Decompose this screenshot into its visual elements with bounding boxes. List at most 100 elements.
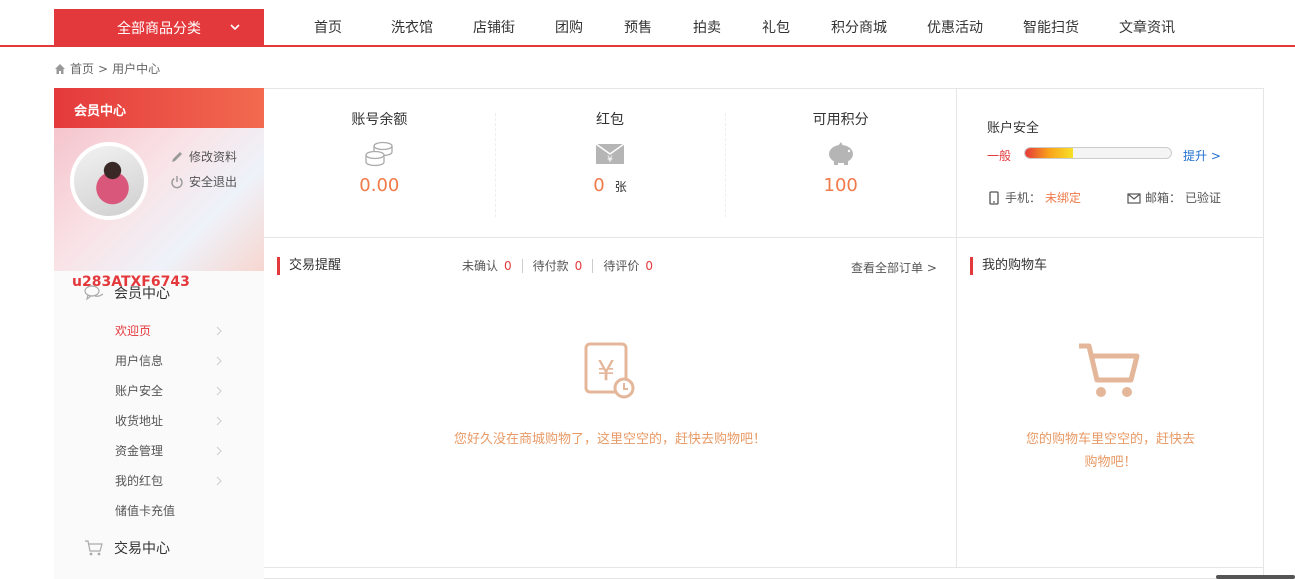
sidebar-item-label: 用户信息 bbox=[115, 354, 164, 368]
logout-link[interactable]: 安全退出 bbox=[170, 173, 237, 190]
unconfirmed-label: 未确认 bbox=[462, 259, 499, 273]
sidebar-item-shipping-address[interactable]: 收货地址 bbox=[54, 406, 264, 436]
sidebar-item-label: 欢迎页 bbox=[115, 324, 152, 338]
all-categories-button[interactable]: 全部商品分类 bbox=[54, 9, 264, 47]
sidebar-item-label: 储值卡充值 bbox=[115, 504, 176, 518]
main-nav: 首页 洗衣馆 店铺街 团购 预售 拍卖 礼包 积分商城 优惠活动 智能扫货 文章… bbox=[294, 17, 1175, 37]
edit-profile-link[interactable]: 修改资料 bbox=[170, 148, 237, 165]
phone-status: 未绑定 bbox=[1045, 191, 1082, 205]
nav-item-articles[interactable]: 文章资讯 bbox=[1119, 17, 1175, 37]
logout-label: 安全退出 bbox=[189, 175, 238, 189]
power-icon bbox=[171, 175, 183, 188]
points-label: 可用积分 bbox=[812, 112, 869, 128]
cart-empty-line-2: 购物吧！ bbox=[1084, 455, 1137, 470]
balance-stat[interactable]: 账号余额 0.00 bbox=[264, 109, 495, 237]
unconfirmed-orders[interactable]: 未确认 0 bbox=[462, 259, 522, 273]
order-status-counts: 未确认 0 待付款 0 待评价 0 bbox=[462, 259, 663, 273]
sidebar-item-account-security[interactable]: 账户安全 bbox=[54, 376, 264, 406]
account-stats: 账号余额 0.00 红包 ¥ 0 张 可用积分 100 bbox=[264, 89, 956, 238]
upgrade-security-link[interactable]: 提升 > bbox=[1183, 147, 1221, 164]
nav-item-giftpack[interactable]: 礼包 bbox=[762, 17, 790, 37]
points-value: 100 bbox=[823, 175, 858, 196]
shopping-cart-panel: 我的购物车 您的购物车里空空的，赶快去 购物吧！ bbox=[956, 238, 1263, 568]
nav-item-points-mall[interactable]: 积分商城 bbox=[831, 17, 887, 37]
trade-reminder-panel: 交易提醒 未确认 0 待付款 0 待评价 0 查看全部订单 > ¥ 您好久没在商城购物… bbox=[264, 238, 956, 568]
member-sidebar: 会员中心 修改资料 安全退出 u283ATXF6743 会员中心 欢迎页 用户信… bbox=[54, 88, 264, 579]
horizontal-scrollbar[interactable] bbox=[1216, 575, 1295, 579]
trade-reminder-title: 交易提醒 bbox=[277, 257, 341, 275]
profile-card: 修改资料 安全退出 u283ATXF6743 bbox=[54, 128, 264, 290]
sidebar-item-my-redpackets[interactable]: 我的红包 bbox=[54, 466, 264, 496]
nav-item-smart-shopping[interactable]: 智能扫货 bbox=[1023, 17, 1079, 37]
redpacket-stat[interactable]: 红包 ¥ 0 张 bbox=[494, 109, 726, 237]
top-navigation: 全部商品分类 首页 洗衣馆 店铺街 团购 预售 拍卖 礼包 积分商城 优惠活动 … bbox=[0, 0, 1295, 47]
sidebar-header: 会员中心 bbox=[54, 88, 264, 128]
unpaid-label: 待付款 bbox=[532, 259, 569, 273]
redpacket-unit: 张 bbox=[614, 180, 627, 194]
nav-item-presale[interactable]: 预售 bbox=[624, 17, 652, 37]
sidebar-item-welcome[interactable]: 欢迎页 bbox=[54, 316, 264, 346]
svg-text:¥: ¥ bbox=[607, 155, 613, 165]
phone-binding[interactable]: 手机： 未绑定 bbox=[987, 189, 1081, 206]
sidebar-item-card-recharge[interactable]: 储值卡充值 bbox=[54, 496, 264, 526]
chevron-down-icon bbox=[230, 24, 240, 31]
chevron-right-icon bbox=[216, 446, 222, 456]
cart-icon bbox=[85, 540, 103, 556]
security-level: 一般 bbox=[987, 149, 1012, 163]
email-binding[interactable]: 邮箱： 已验证 bbox=[1127, 189, 1221, 206]
sidebar-item-funds[interactable]: 资金管理 bbox=[54, 436, 264, 466]
trade-center-title[interactable]: 交易中心 bbox=[54, 536, 264, 560]
unreviewed-orders[interactable]: 待评价 0 bbox=[592, 259, 663, 273]
chat-bubbles-icon bbox=[84, 285, 104, 301]
member-center-group: 会员中心 欢迎页 用户信息 账户安全 收货地址 资金管理 我的红包 储值卡充值 bbox=[54, 281, 264, 560]
avatar[interactable] bbox=[70, 142, 148, 220]
balance-label: 账号余额 bbox=[351, 112, 408, 128]
email-label: 邮箱： bbox=[1145, 191, 1182, 205]
sidebar-item-label: 我的红包 bbox=[115, 474, 164, 488]
cart-empty-line-1: 您的购物车里空空的，赶快去 bbox=[1025, 432, 1195, 447]
breadcrumb: 首页 > 用户中心 bbox=[54, 60, 160, 77]
security-progress-bar bbox=[1024, 147, 1172, 159]
member-center-title: 会员中心 bbox=[54, 281, 264, 305]
view-all-orders-link[interactable]: 查看全部订单 > bbox=[851, 259, 937, 276]
nav-item-laundry[interactable]: 洗衣馆 bbox=[391, 17, 433, 37]
redpacket-value: 0 bbox=[593, 175, 605, 196]
coins-icon bbox=[365, 141, 393, 167]
home-icon bbox=[55, 63, 65, 74]
unpaid-count: 0 bbox=[574, 259, 583, 273]
unconfirmed-count: 0 bbox=[504, 259, 512, 273]
breadcrumb-current: 用户中心 bbox=[112, 62, 161, 76]
account-security-panel: 账户安全 一般 提升 > 手机： 未绑定 邮箱： 已验证 bbox=[956, 89, 1263, 238]
svg-text:¥: ¥ bbox=[597, 354, 615, 387]
nav-item-promotions[interactable]: 优惠活动 bbox=[927, 17, 983, 37]
breadcrumb-home-link[interactable]: 首页 bbox=[70, 60, 94, 77]
sidebar-item-label: 资金管理 bbox=[115, 444, 164, 458]
unreviewed-count: 0 bbox=[645, 259, 653, 273]
chevron-right-icon bbox=[216, 386, 222, 396]
unpaid-orders[interactable]: 待付款 0 bbox=[521, 259, 593, 273]
sidebar-item-label: 收货地址 bbox=[115, 414, 164, 428]
nav-item-home[interactable]: 首页 bbox=[314, 17, 342, 37]
security-progress-fill bbox=[1025, 148, 1074, 158]
edit-profile-label: 修改资料 bbox=[189, 150, 238, 164]
piggy-bank-icon bbox=[828, 142, 853, 165]
mail-icon bbox=[1127, 192, 1141, 204]
cart-icon bbox=[1079, 343, 1140, 397]
cart-empty-message: 您的购物车里空空的，赶快去 购物吧！ bbox=[997, 428, 1224, 474]
unreviewed-label: 待评价 bbox=[603, 259, 640, 273]
trade-center-label: 交易中心 bbox=[114, 541, 170, 557]
nav-item-stores[interactable]: 店铺街 bbox=[473, 17, 515, 37]
breadcrumb-separator: > bbox=[98, 61, 109, 76]
phone-label: 手机： bbox=[1005, 191, 1042, 205]
sidebar-item-user-info[interactable]: 用户信息 bbox=[54, 346, 264, 376]
chevron-right-icon bbox=[216, 356, 222, 366]
phone-icon bbox=[989, 190, 999, 205]
security-title: 账户安全 bbox=[987, 121, 1040, 136]
points-stat[interactable]: 可用积分 100 bbox=[725, 109, 956, 237]
nav-item-groupbuy[interactable]: 团购 bbox=[555, 17, 583, 37]
all-categories-label: 全部商品分类 bbox=[117, 21, 201, 37]
redpacket-label: 红包 bbox=[596, 112, 624, 128]
sidebar-item-label: 账户安全 bbox=[115, 384, 164, 398]
nav-item-auction[interactable]: 拍卖 bbox=[693, 17, 721, 37]
email-status: 已验证 bbox=[1185, 191, 1222, 205]
